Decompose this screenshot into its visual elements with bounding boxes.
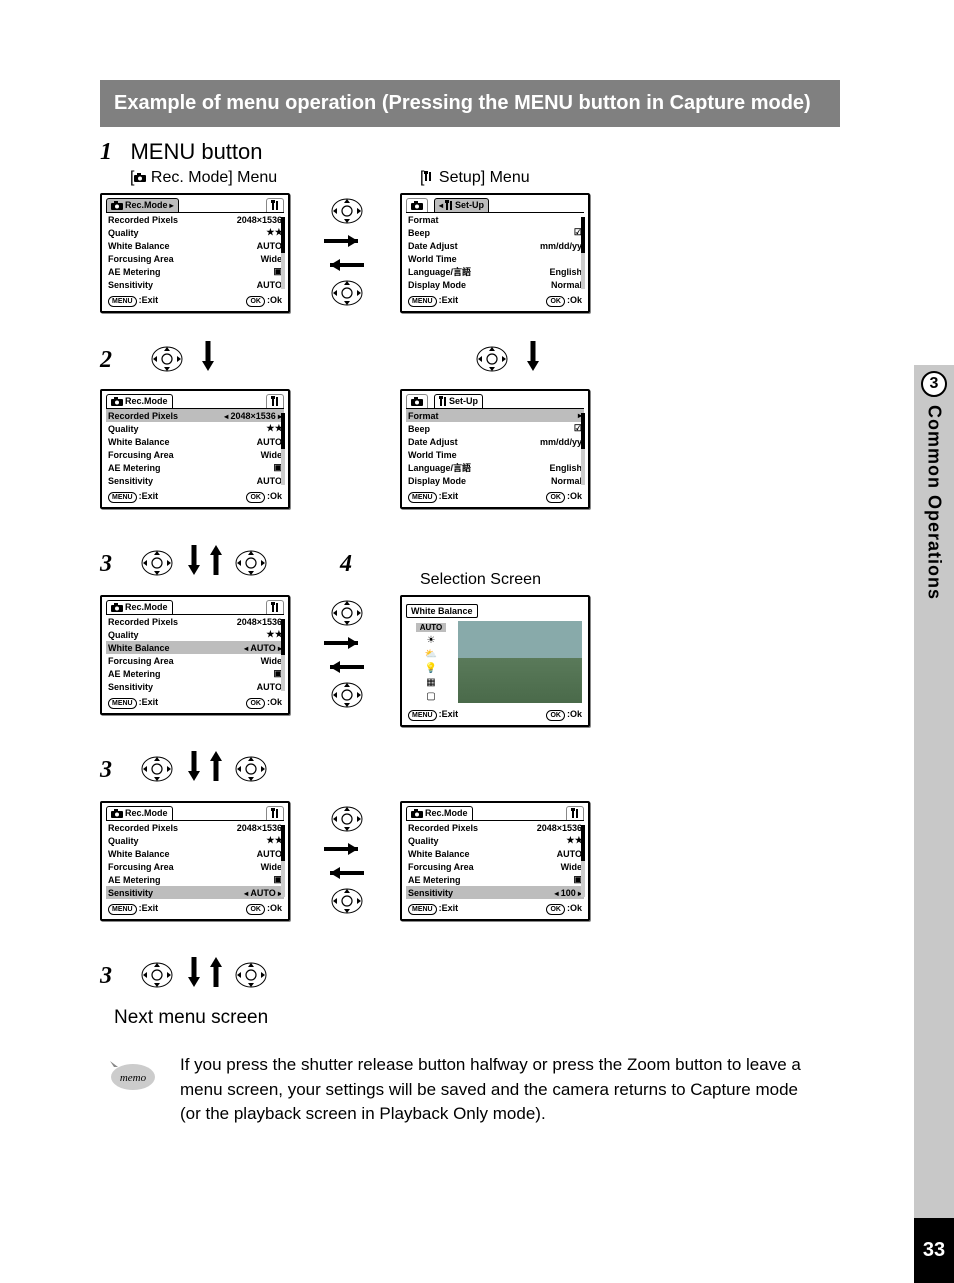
chapter-number-badge: 3 xyxy=(921,371,947,397)
fluorescent-icon: ▦ xyxy=(426,677,435,688)
step-number-3: 3 xyxy=(100,963,126,990)
tools-icon xyxy=(424,171,434,182)
arrow-up-icon xyxy=(208,545,224,584)
chapter-title: Common Operations xyxy=(924,405,945,600)
dpad-icon xyxy=(140,961,174,989)
arrow-down-icon xyxy=(200,341,216,380)
shade-icon: ⛅ xyxy=(425,649,437,660)
page-sidebar: 3 Common Operations 33 xyxy=(914,0,954,1283)
screen-recmode-pixels: Rec.Mode Recorded Pixels◂ 2048×1536 ▸ Qu… xyxy=(100,389,290,509)
sun-icon: ☀ xyxy=(427,635,436,646)
arrow-down-icon xyxy=(186,751,202,790)
manual-icon: ▢ xyxy=(426,691,435,702)
selection-screen-label: Selection Screen xyxy=(420,571,541,589)
page-number: 33 xyxy=(914,1218,954,1283)
arrow-up-icon xyxy=(208,957,224,996)
camera-icon xyxy=(134,173,146,182)
arrow-up-icon xyxy=(208,751,224,790)
step-number-3: 3 xyxy=(100,757,126,784)
step1-heading: MENU button xyxy=(130,139,262,164)
screen-setup-format: Set-Up Format▸ Beep☑ Date Adjustmm/dd/yy… xyxy=(400,389,590,509)
dpad-icon xyxy=(234,755,268,783)
dpad-icon xyxy=(330,197,364,225)
dpad-icon xyxy=(234,549,268,577)
screen-recmode-tab: Rec.Mode▸ Recorded Pixels2048×1536 Quali… xyxy=(100,193,290,313)
dpad-icon xyxy=(330,805,364,833)
dpad-icon xyxy=(330,887,364,915)
screen-recmode-sens-100: Rec.Mode Recorded Pixels2048×1536 Qualit… xyxy=(400,801,590,921)
arrow-right-icon xyxy=(324,233,370,254)
setup-menu-label: [ Setup] Menu xyxy=(420,169,530,187)
dpad-icon xyxy=(330,599,364,627)
dpad-icon xyxy=(150,345,184,373)
memo-text: If you press the shutter release button … xyxy=(180,1053,820,1127)
step-number-1: 1 xyxy=(100,139,126,166)
rec-mode-menu-label: [ Rec. Mode] Menu xyxy=(130,169,277,187)
arrow-right-icon xyxy=(324,635,370,656)
dpad-icon xyxy=(140,549,174,577)
screen-white-balance: White Balance AUTO ☀ ⛅ 💡 ▦ ▢ MENU:ExitOK… xyxy=(400,595,590,727)
arrow-left-icon xyxy=(324,865,370,886)
dpad-icon xyxy=(475,345,509,373)
screen-setup-tab: ◂Set-Up Format Beep☑ Date Adjustmm/dd/yy… xyxy=(400,193,590,313)
preview-image xyxy=(458,621,582,703)
dpad-icon xyxy=(140,755,174,783)
arrow-left-icon xyxy=(324,257,370,278)
screen-recmode-wb: Rec.Mode Recorded Pixels2048×1536 Qualit… xyxy=(100,595,290,715)
memo-icon: memo xyxy=(108,1057,168,1098)
arrow-right-icon xyxy=(324,841,370,862)
screen-recmode-sens: Rec.Mode Recorded Pixels2048×1536 Qualit… xyxy=(100,801,290,921)
dpad-icon xyxy=(330,681,364,709)
arrow-down-icon xyxy=(186,545,202,584)
arrow-down-icon xyxy=(525,341,541,380)
step-number-4: 4 xyxy=(340,551,366,578)
section-title: Example of menu operation (Pressing the … xyxy=(100,80,840,127)
arrow-down-icon xyxy=(186,957,202,996)
arrow-left-icon xyxy=(324,659,370,680)
dpad-icon xyxy=(234,961,268,989)
tungsten-icon: 💡 xyxy=(425,663,437,674)
step-number-2: 2 xyxy=(100,347,126,374)
dpad-icon xyxy=(330,279,364,307)
svg-text:memo: memo xyxy=(120,1072,147,1084)
step-number-3: 3 xyxy=(100,551,126,578)
next-menu-label: Next menu screen xyxy=(114,1007,268,1029)
